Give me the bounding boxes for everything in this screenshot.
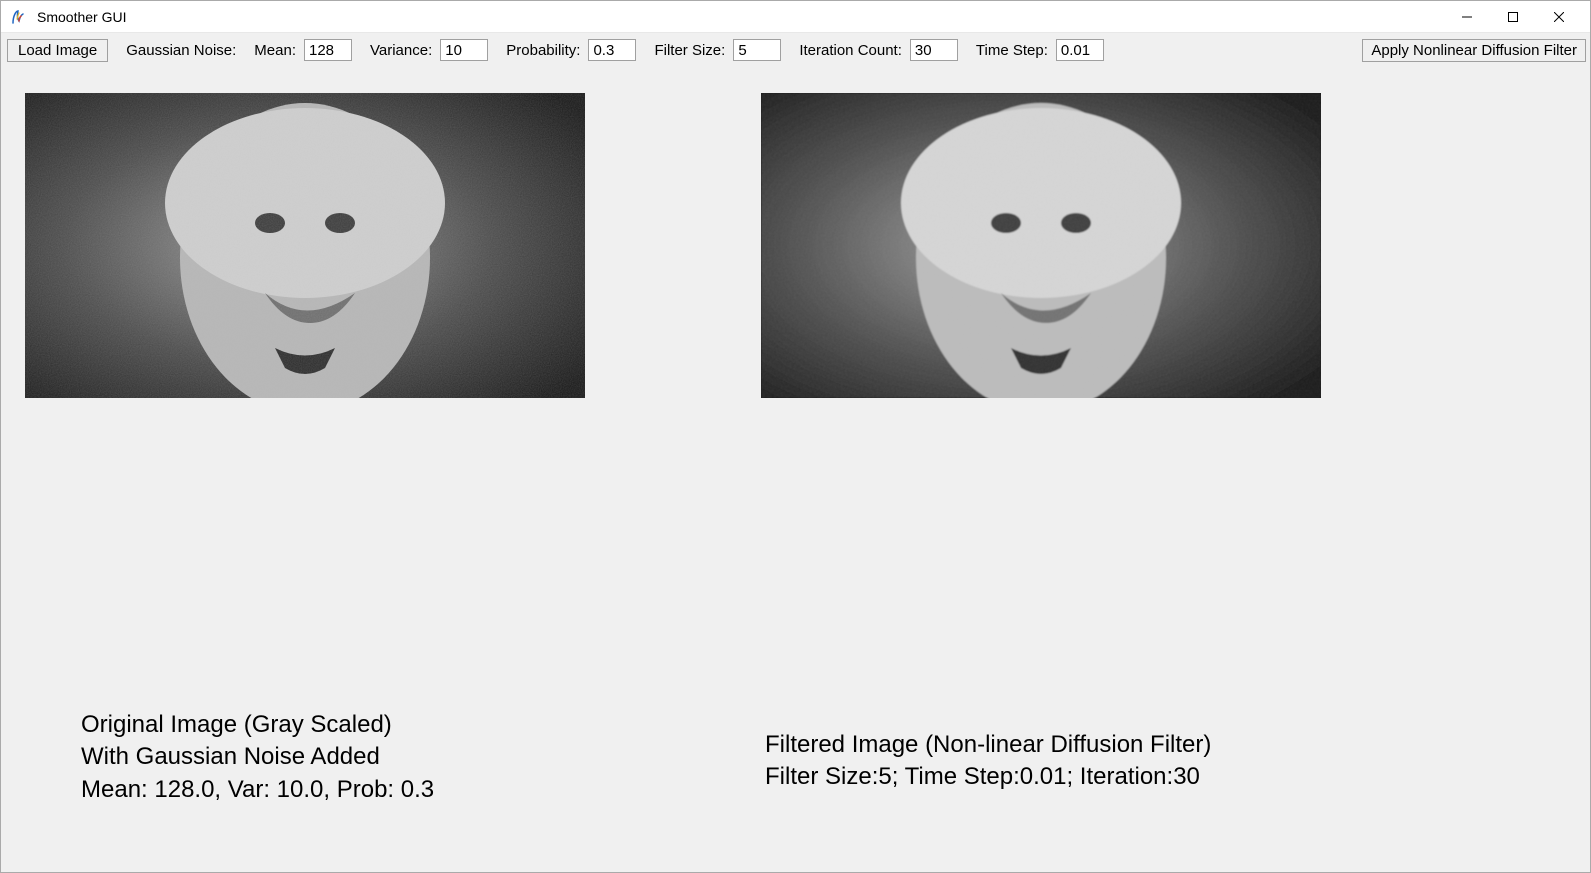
title-bar: Smoother GUI (1, 1, 1590, 33)
filtered-image-caption: Filtered Image (Non-linear Diffusion Fil… (765, 729, 1405, 794)
caption-line: Filter Size:5; Time Step:0.01; Iteration… (765, 761, 1405, 793)
filter-size-input[interactable] (733, 39, 781, 61)
maximize-button[interactable] (1490, 1, 1536, 32)
probability-label: Probability: (506, 42, 580, 59)
time-step-label: Time Step: (976, 42, 1048, 59)
mean-input[interactable] (304, 39, 352, 61)
iteration-count-label: Iteration Count: (799, 42, 902, 59)
iteration-count-input[interactable] (910, 39, 958, 61)
caption-line: With Gaussian Noise Added (81, 741, 661, 773)
app-window: Smoother GUI Load Image Gaussian Noise: … (0, 0, 1591, 873)
toolbar: Load Image Gaussian Noise: Mean: Varianc… (3, 35, 1588, 65)
time-step-input[interactable] (1056, 39, 1104, 61)
original-image (25, 93, 585, 398)
filter-size-label: Filter Size: (654, 42, 725, 59)
apply-filter-button[interactable]: Apply Nonlinear Diffusion Filter (1362, 39, 1586, 62)
window-title: Smoother GUI (37, 9, 126, 25)
gaussian-noise-label: Gaussian Noise: (126, 42, 236, 59)
caption-line: Original Image (Gray Scaled) (81, 709, 661, 741)
load-image-button[interactable]: Load Image (7, 39, 108, 62)
mean-label: Mean: (254, 42, 296, 59)
variance-label: Variance: (370, 42, 432, 59)
caption-line: Mean: 128.0, Var: 10.0, Prob: 0.3 (81, 774, 661, 806)
caption-line: Filtered Image (Non-linear Diffusion Fil… (765, 729, 1405, 761)
variance-input[interactable] (440, 39, 488, 61)
close-button[interactable] (1536, 1, 1582, 32)
window-controls (1444, 1, 1582, 32)
probability-input[interactable] (588, 39, 636, 61)
app-icon (9, 8, 27, 26)
original-image-caption: Original Image (Gray Scaled) With Gaussi… (81, 709, 661, 806)
client-area: Load Image Gaussian Noise: Mean: Varianc… (1, 33, 1590, 872)
filtered-image (761, 93, 1321, 398)
minimize-button[interactable] (1444, 1, 1490, 32)
